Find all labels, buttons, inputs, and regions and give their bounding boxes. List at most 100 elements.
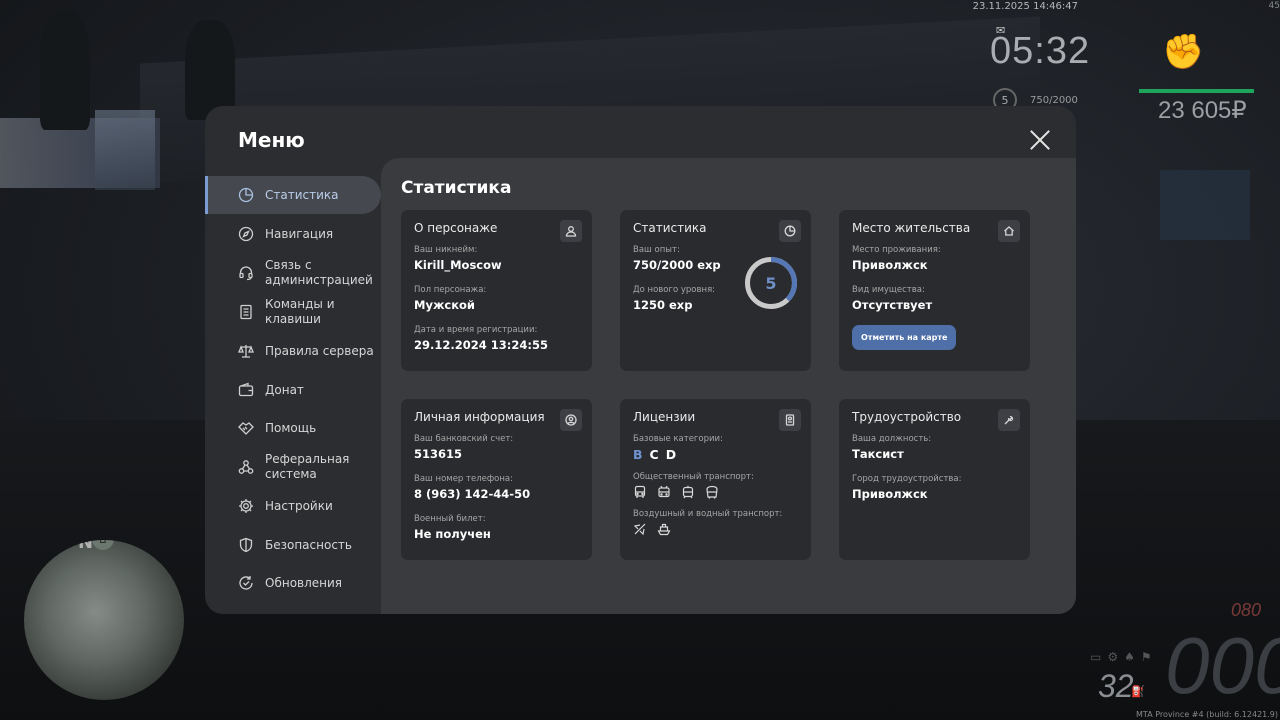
user-circle-icon <box>560 409 582 431</box>
background-screen <box>95 110 155 190</box>
license-categories: BCD <box>633 447 798 462</box>
job-city-label: Город трудоустройства: <box>852 474 962 484</box>
hud-clock: 05:32 <box>990 30 1091 72</box>
minimap-north: N <box>78 540 94 553</box>
sidebar-item-label: Статистика <box>265 188 339 202</box>
public-transport-icons <box>633 485 798 499</box>
place-value: Приволжск <box>852 258 928 272</box>
nickname-value: Kirill_Moscow <box>414 258 502 272</box>
character-card: О персонаже Ваш никнейм: Kirill_Moscow П… <box>401 210 592 371</box>
sidebar-item-label: Настройки <box>265 499 333 513</box>
menu-title: Меню <box>238 128 305 152</box>
sidebar-item-navigation[interactable]: Навигация <box>205 215 381 253</box>
menu-sidebar: Статистика Навигация Связь с администрац… <box>205 176 381 603</box>
close-button[interactable] <box>1029 129 1051 151</box>
mark-on-map-button[interactable]: Отметить на карте <box>852 325 957 350</box>
hud-exp: 750/2000 <box>1030 95 1078 106</box>
sidebar-item-donate[interactable]: Донат <box>205 371 381 409</box>
hud-corner-value: 45 <box>1268 1 1280 11</box>
card-title: Место жительства <box>852 221 971 235</box>
license-icon <box>779 409 801 431</box>
registration-value: 29.12.2024 13:24:55 <box>414 338 548 352</box>
pie-chart-icon <box>238 187 254 203</box>
gear-icon <box>238 498 254 514</box>
licenses-card: Лицензии Базовые категории: BCD Обществе… <box>620 399 811 560</box>
air-water-label: Воздушный и водный транспорт: <box>633 509 783 519</box>
card-title: Личная информация <box>414 410 545 424</box>
tools-icon <box>998 409 1020 431</box>
sidebar-item-updates[interactable]: Обновления <box>205 564 381 602</box>
trolleybus-icon <box>658 485 670 498</box>
headset-icon <box>238 265 254 281</box>
scales-icon <box>238 343 254 359</box>
menu-modal: Меню Статистика Навигация Связь с админи… <box>205 106 1076 614</box>
personal-info-card: Личная информация Ваш банковский счет: 5… <box>401 399 592 560</box>
sidebar-item-rules[interactable]: Правила сервера <box>205 332 381 370</box>
sidebar-item-label: Команды и клавиши <box>265 297 335 326</box>
phone-value: 8 (963) 142-44-50 <box>414 487 531 501</box>
fuel-icon: ⛽ <box>1131 685 1145 698</box>
user-icon <box>560 220 582 242</box>
sidebar-item-label: Правила сервера <box>265 344 374 358</box>
level-ring: 5 <box>744 256 798 310</box>
compass-icon <box>238 226 254 242</box>
sidebar-item-label: Реферальная система <box>265 452 350 481</box>
sidebar-item-settings[interactable]: Настройки <box>205 487 381 525</box>
bank-label: Ваш банковский счет: <box>414 434 514 444</box>
card-title: Трудоустройство <box>852 410 962 424</box>
sidebar-item-commands[interactable]: Команды и клавиши <box>205 293 381 332</box>
sidebar-item-statistics[interactable]: Статистика <box>205 176 381 214</box>
residence-card: Место жительства Место проживания: Приво… <box>839 210 1030 371</box>
background-window <box>1160 170 1250 240</box>
tram-icon <box>682 485 694 499</box>
speed-limit: 080 <box>1231 600 1262 620</box>
bus-icon <box>634 485 646 498</box>
sidebar-item-label: Связь с администрацией <box>265 257 373 287</box>
card-title: Статистика <box>633 221 707 235</box>
level-value: 5 <box>765 273 777 293</box>
stats-card: Статистика Ваш опыт: 750/2000 exp До нов… <box>620 210 811 371</box>
hud-money: 23 605₽ <box>1158 97 1247 124</box>
military-label: Военный билет: <box>414 514 486 524</box>
sidebar-item-referral[interactable]: Реферальная система <box>205 448 381 487</box>
sidebar-item-help[interactable]: Помощь <box>205 409 381 447</box>
minimap: N ⌂ <box>24 540 184 700</box>
page-title: Статистика <box>401 178 512 198</box>
gender-label: Пол персонажа: <box>414 285 487 295</box>
background-tree <box>185 20 235 120</box>
health-bar <box>1139 89 1254 93</box>
public-transport-label: Общественный транспорт: <box>633 472 754 482</box>
home-icon <box>998 220 1020 242</box>
fist-icon: ✊ <box>1162 32 1205 72</box>
document-icon <box>238 304 254 320</box>
shield-icon <box>238 537 254 553</box>
property-label: Вид имущества: <box>852 285 925 295</box>
exp-label: Ваш опыт: <box>633 245 680 255</box>
refresh-check-icon <box>238 575 254 591</box>
military-value: Не получен <box>414 527 491 541</box>
card-title: Лицензии <box>633 410 696 424</box>
pie-chart-icon <box>779 220 801 242</box>
air-water-icons <box>633 522 798 536</box>
sidebar-item-label: Донат <box>265 382 304 397</box>
metro-icon <box>706 485 718 499</box>
property-value: Отсутствует <box>852 298 933 312</box>
statistics-panel: Статистика О персонаже Ваш никнейм: Kiri… <box>381 158 1076 614</box>
sidebar-item-label: Безопасность <box>265 537 352 552</box>
base-categories-label: Базовые категории: <box>633 434 723 444</box>
background-tree <box>40 10 90 130</box>
card-title: О персонаже <box>414 221 498 235</box>
nickname-label: Ваш никнейм: <box>414 245 478 255</box>
sidebar-item-contact-admin[interactable]: Связь с администрацией <box>205 253 381 292</box>
phone-label: Ваш номер телефона: <box>414 474 513 484</box>
network-icon <box>238 459 254 475</box>
vehicle-status-icons: ▭⚙♠⚑ <box>1090 650 1158 664</box>
sidebar-item-security[interactable]: Безопасность <box>205 526 381 564</box>
sidebar-item-label: Обновления <box>265 576 343 590</box>
category-d: D <box>665 447 678 462</box>
speedometer: 000 <box>1165 621 1280 710</box>
employment-card: Трудоустройство Ваша должность: Таксист … <box>839 399 1030 560</box>
sidebar-item-label: Навигация <box>265 226 334 241</box>
category-b: B <box>633 447 644 462</box>
job-city-value: Приволжск <box>852 487 928 501</box>
